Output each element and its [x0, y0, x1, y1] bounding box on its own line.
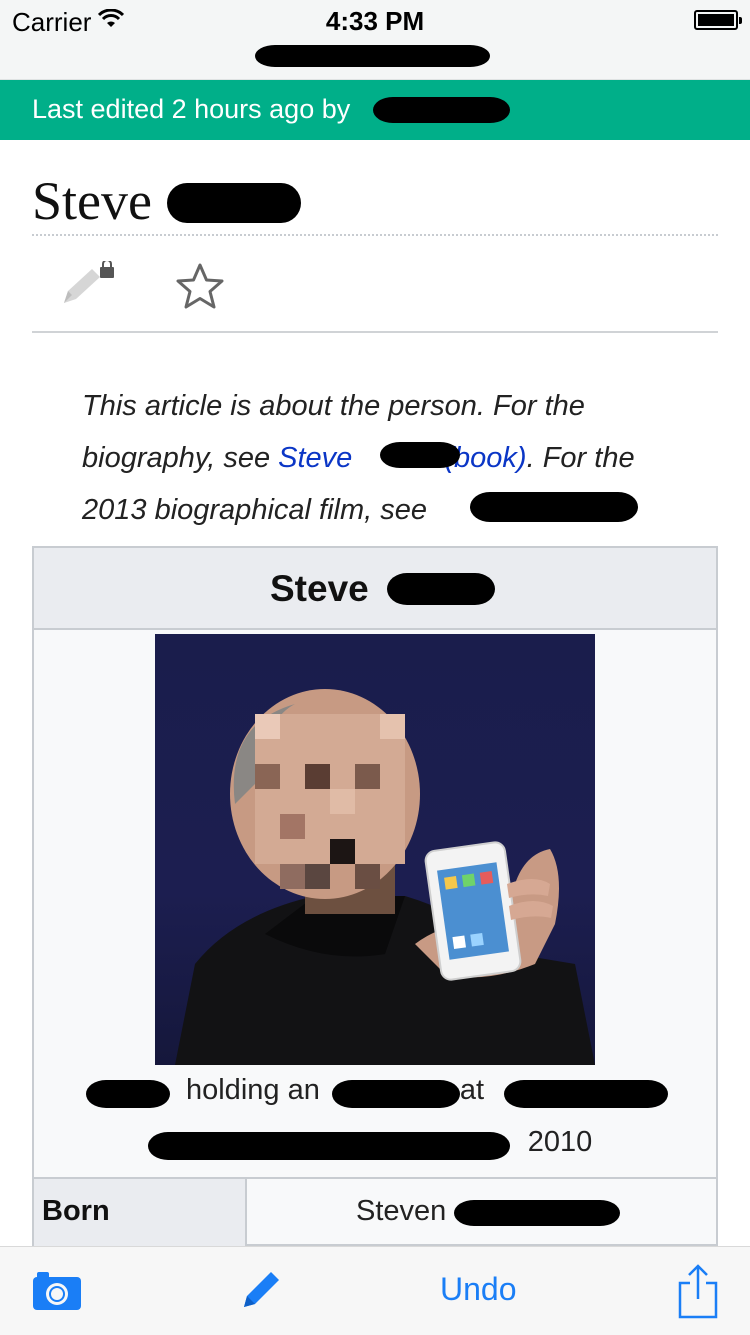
redacted-film-link	[470, 492, 638, 522]
battery-icon	[694, 10, 742, 30]
star-icon[interactable]	[174, 262, 226, 317]
infobox-photo[interactable]	[155, 634, 595, 1065]
page-title: Steve	[32, 171, 152, 231]
infobox-title: Steve	[270, 568, 369, 609]
redacted-infobox-surname	[387, 573, 495, 605]
redacted-editor-name	[373, 97, 510, 123]
status-bar: Carrier 4:33 PM	[0, 0, 750, 40]
redacted-hatnote-name	[380, 442, 460, 468]
redacted-caption-event-2	[148, 1132, 510, 1160]
undo-button[interactable]: Undo	[440, 1271, 517, 1308]
actions-divider	[32, 331, 718, 333]
clock: 4:33 PM	[325, 6, 425, 36]
redacted-page-title	[255, 45, 490, 67]
nav-bar	[0, 40, 750, 80]
redacted-born-name	[454, 1200, 620, 1226]
born-label-cell: Born	[34, 1179, 247, 1246]
title-divider	[32, 234, 718, 236]
bottom-toolbar: Undo	[0, 1246, 750, 1335]
born-value: Steven	[356, 1195, 447, 1227]
camera-icon[interactable]	[32, 1269, 82, 1316]
redacted-caption-product	[332, 1080, 460, 1108]
pencil-icon[interactable]	[238, 1267, 284, 1318]
pencil-lock-icon[interactable]	[60, 259, 116, 314]
infobox-header: Steve	[34, 548, 716, 630]
last-edited-text: Last edited 2 hours ago by	[32, 94, 351, 124]
born-label: Born	[42, 1195, 110, 1227]
redacted-caption-name	[86, 1080, 170, 1108]
infobox: Steve holding an at 2010 Born Steven	[32, 546, 718, 1246]
share-icon[interactable]	[676, 1263, 720, 1324]
redacted-surname	[167, 183, 301, 223]
redacted-caption-event-1	[504, 1080, 668, 1108]
